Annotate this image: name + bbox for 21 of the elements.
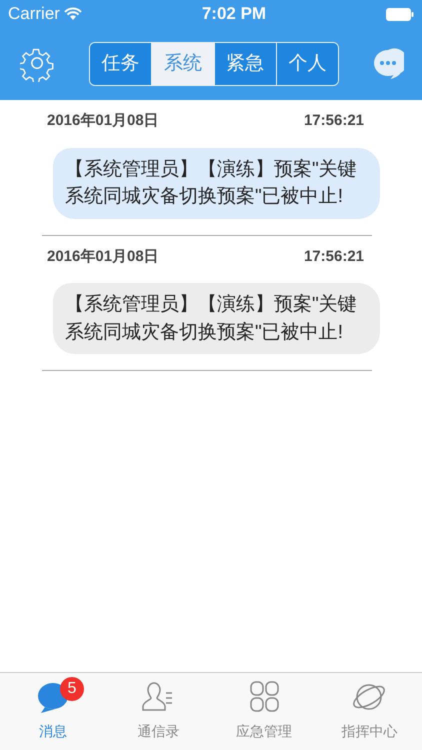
carrier-name: Carrier	[8, 3, 60, 26]
segment-tab[interactable]: 个人	[276, 43, 338, 85]
settings-icon[interactable]	[20, 46, 56, 82]
segment-tab[interactable]: 任务	[90, 43, 152, 85]
message-date: 2016年01月08日	[47, 246, 159, 267]
clock-time: 7:02 PM	[202, 3, 266, 26]
tab-bar-item[interactable]: 通信录	[106, 673, 211, 750]
message-bubble: 【系统管理员】【演练】预案"关键系统同城灾备切换预案"已被中止!	[53, 283, 380, 354]
message-date: 2016年01月08日	[47, 111, 159, 131]
tab-bar-item[interactable]: 应急管理	[211, 673, 316, 750]
message-time: 17:56:21	[304, 246, 364, 267]
battery-icon	[386, 8, 414, 20]
segment-tab[interactable]: 系统	[151, 43, 214, 85]
tab-bar-item[interactable]: 消息 5	[0, 673, 106, 750]
chat-bubble-icon[interactable]	[372, 48, 404, 80]
message-bubble: 【系统管理员】【演练】预案"关键系统同城灾备切换预案"已被中止!	[53, 148, 380, 219]
count-badge: 5	[60, 677, 84, 701]
tab-bar-item[interactable]: 指挥中心	[316, 673, 422, 750]
wifi-icon	[64, 7, 82, 21]
segment-tab[interactable]: 紧急	[214, 43, 276, 85]
message-time: 17:56:21	[304, 111, 364, 131]
